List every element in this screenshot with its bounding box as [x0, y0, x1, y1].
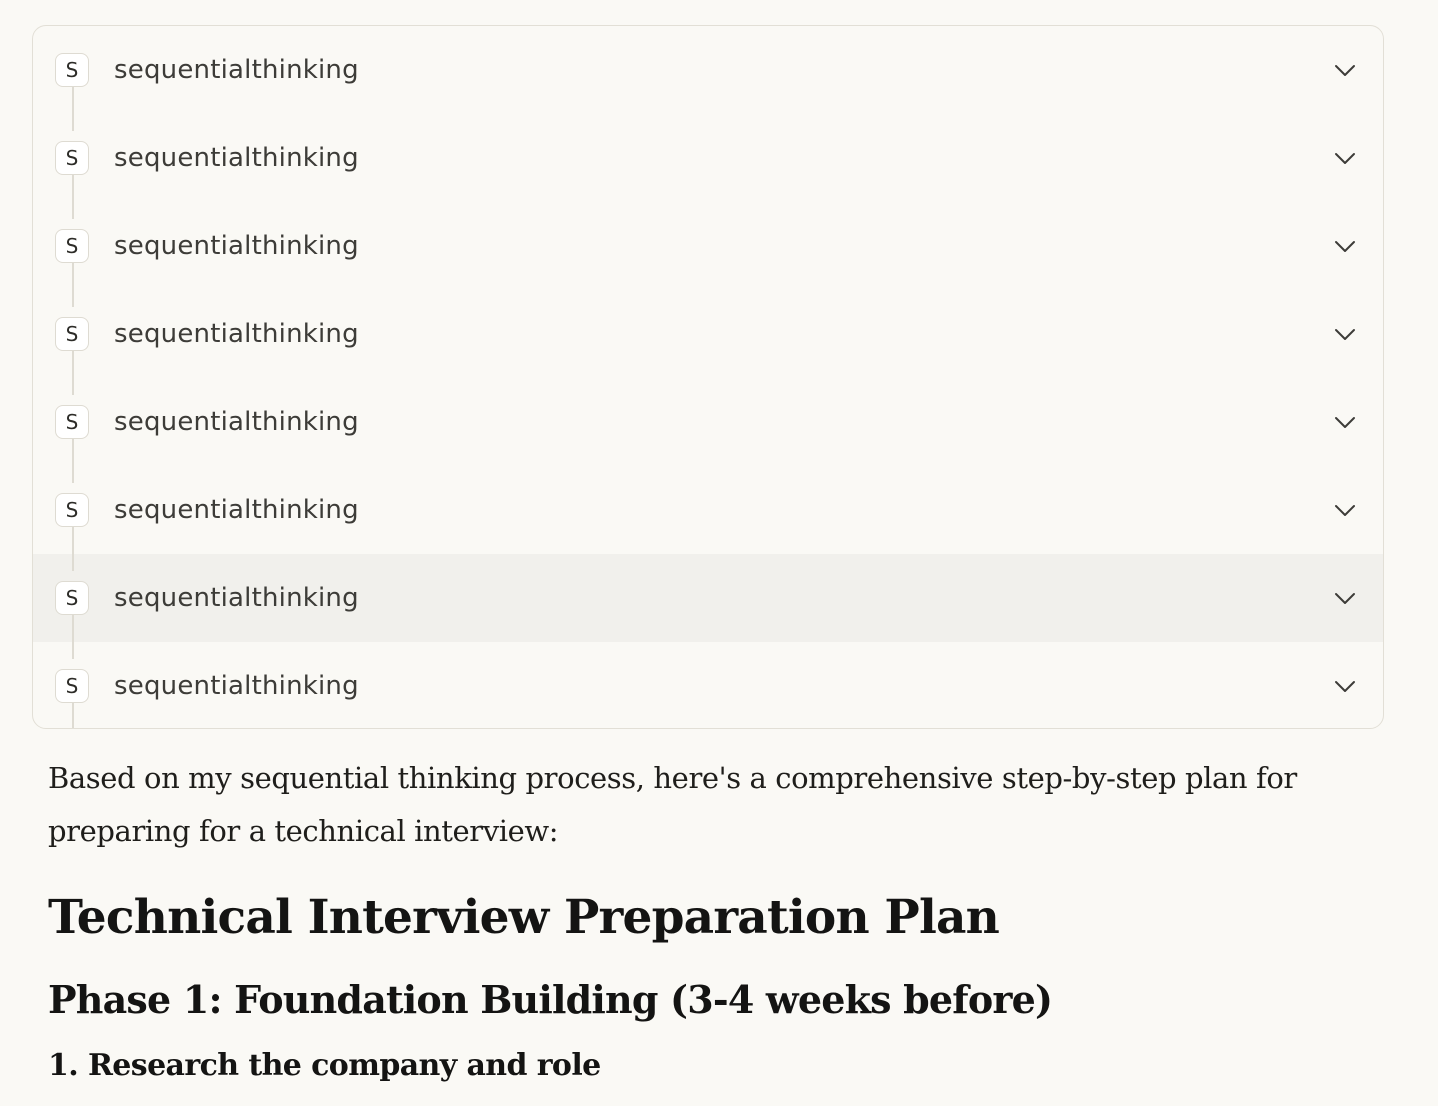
chevron-down-icon[interactable]: [1333, 586, 1357, 610]
tool-call-row[interactable]: S sequentialthinking: [33, 554, 1383, 642]
chevron-down-icon[interactable]: [1333, 498, 1357, 522]
tool-call-label: sequentialthinking: [114, 495, 359, 525]
tool-badge: S: [55, 405, 89, 439]
timeline-connector: [72, 175, 74, 219]
tool-call-label: sequentialthinking: [114, 583, 359, 613]
tool-call-row[interactable]: S sequentialthinking: [33, 202, 1383, 290]
tool-call-label: sequentialthinking: [114, 407, 359, 437]
tool-badge: S: [55, 581, 89, 615]
tool-call-label: sequentialthinking: [114, 319, 359, 349]
tool-call-row[interactable]: S sequentialthinking: [33, 642, 1383, 728]
tool-call-row[interactable]: S sequentialthinking: [33, 378, 1383, 466]
tool-call-row[interactable]: S sequentialthinking: [33, 466, 1383, 554]
tool-call-label: sequentialthinking: [114, 143, 359, 173]
timeline-connector: [72, 351, 74, 395]
tool-call-row[interactable]: S sequentialthinking: [33, 114, 1383, 202]
tool-badge: S: [55, 493, 89, 527]
chevron-down-icon[interactable]: [1333, 146, 1357, 170]
tool-badge: S: [55, 141, 89, 175]
tool-badge: S: [55, 317, 89, 351]
tool-call-row[interactable]: S sequentialthinking: [33, 26, 1383, 114]
tool-badge: S: [55, 669, 89, 703]
message-intro: Based on my sequential thinking process,…: [48, 761, 1297, 848]
tool-call-label: sequentialthinking: [114, 55, 359, 85]
assistant-message: Based on my sequential thinking process,…: [48, 752, 1348, 1086]
chevron-down-icon[interactable]: [1333, 410, 1357, 434]
timeline-connector: [72, 439, 74, 483]
phase-heading: Phase 1: Foundation Building (3-4 weeks …: [48, 977, 1053, 1022]
tool-badge: S: [55, 229, 89, 263]
tool-calls-panel: S sequentialthinking S sequentialthinkin…: [32, 25, 1384, 729]
plan-title: Technical Interview Preparation Plan: [48, 890, 1000, 945]
timeline-connector: [72, 703, 74, 728]
timeline-connector: [72, 263, 74, 307]
timeline-connector: [72, 527, 74, 571]
tool-call-label: sequentialthinking: [114, 671, 359, 701]
timeline-connector: [72, 87, 74, 131]
step-heading: 1. Research the company and role: [48, 1048, 601, 1083]
tool-call-row[interactable]: S sequentialthinking: [33, 290, 1383, 378]
timeline-connector: [72, 615, 74, 659]
chevron-down-icon[interactable]: [1333, 234, 1357, 258]
chevron-down-icon[interactable]: [1333, 674, 1357, 698]
tool-badge: S: [55, 53, 89, 87]
chevron-down-icon[interactable]: [1333, 58, 1357, 82]
tool-call-label: sequentialthinking: [114, 231, 359, 261]
chevron-down-icon[interactable]: [1333, 322, 1357, 346]
